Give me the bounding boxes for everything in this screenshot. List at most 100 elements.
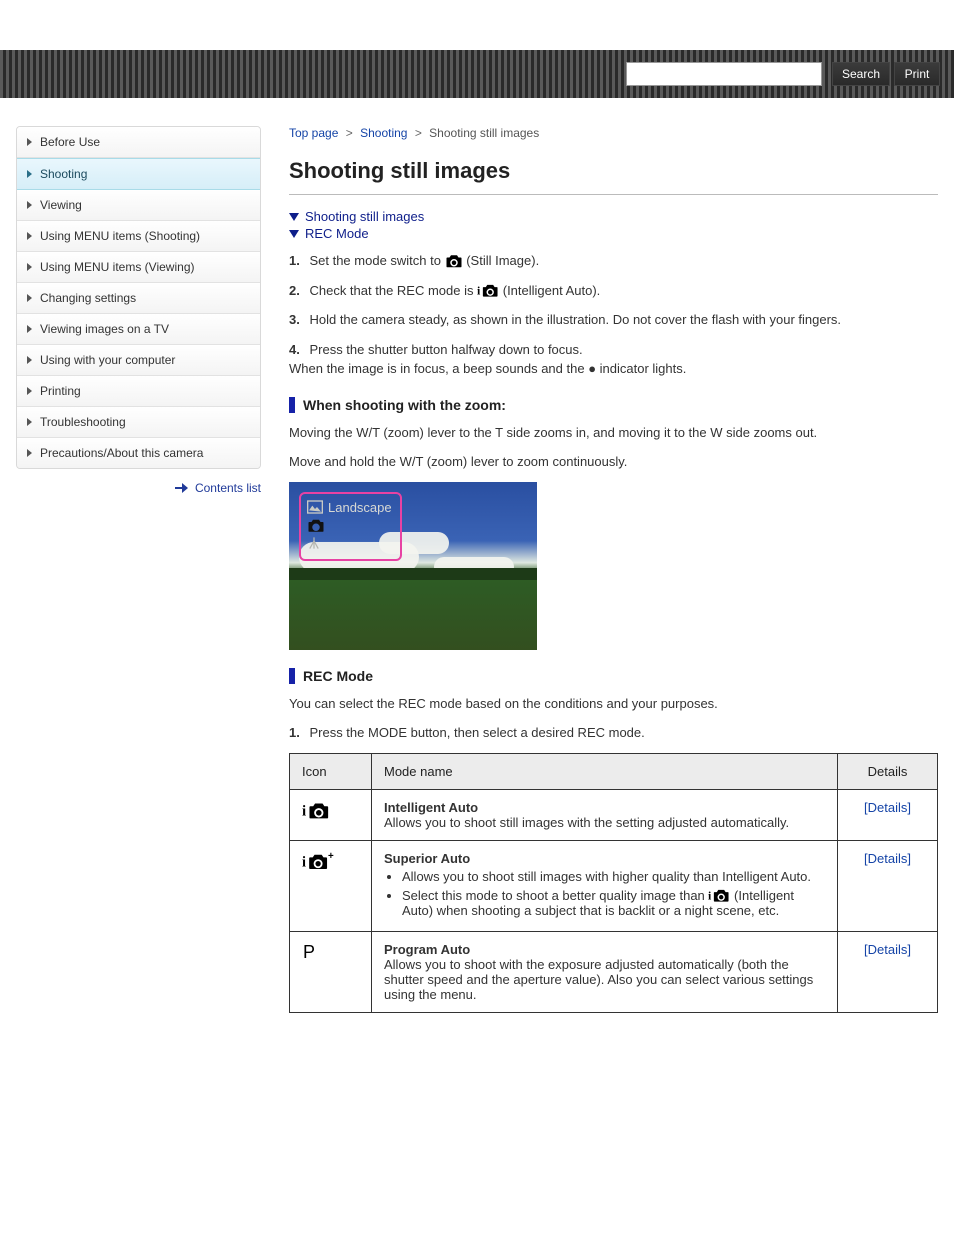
chevron-right-icon — [27, 201, 32, 209]
mode-icon-cell: i — [290, 789, 372, 840]
svg-text:P: P — [303, 942, 315, 962]
disclosure-label: Shooting still images — [305, 209, 424, 224]
chevron-right-icon — [27, 170, 32, 178]
sidebar-item[interactable]: Using MENU items (Shooting) — [17, 221, 260, 252]
breadcrumb-current: Shooting still images — [429, 126, 539, 140]
table-row: P Program Auto Allows you to shoot with … — [290, 931, 938, 1012]
section-zoom-heading: When shooting with the zoom: — [289, 397, 938, 413]
table-row: i+ Superior Auto Allows you to shoot sti… — [290, 840, 938, 931]
recmode-intro: You can select the REC mode based on the… — [289, 694, 938, 714]
svg-text:i: i — [302, 803, 306, 819]
search-input[interactable] — [626, 62, 822, 86]
sidebar-item-label: Viewing — [40, 198, 82, 212]
sidebar-item-label: Before Use — [40, 135, 100, 149]
landscape-icon — [307, 500, 323, 514]
svg-text:i: i — [477, 284, 481, 297]
program-auto-icon: P — [302, 942, 320, 962]
details-link[interactable]: [Details] — [864, 800, 911, 815]
header-bar: Search Print — [0, 50, 954, 98]
mode-icon-cell: i+ — [290, 840, 372, 931]
contents-list-label: Contents list — [195, 481, 261, 495]
sidebar-item-label: Shooting — [40, 167, 87, 181]
breadcrumb-top[interactable]: Top page — [289, 126, 338, 140]
breadcrumb-shooting[interactable]: Shooting — [360, 126, 407, 140]
th-name: Mode name — [372, 753, 838, 789]
contents-list-link[interactable]: Contents list — [16, 481, 261, 495]
intelligent-auto-icon: i — [302, 800, 330, 820]
chevron-right-icon — [27, 232, 32, 240]
chevron-right-icon — [27, 418, 32, 426]
sidebar: Before Use Shooting Viewing Using MENU item… — [16, 126, 261, 1013]
recmode-step: 1. Press the MODE button, then select a … — [289, 723, 938, 743]
sidebar-item[interactable]: Viewing — [17, 190, 260, 221]
step-1: 1. Set the mode switch to (Still Image). — [289, 251, 938, 271]
table-row: i Intelligent Auto Allows you to shoot s… — [290, 789, 938, 840]
section-bar-icon — [289, 397, 295, 413]
th-details: Details — [838, 753, 938, 789]
sidebar-item[interactable]: Using with your computer — [17, 345, 260, 376]
breadcrumb-sep-icon: > — [342, 126, 357, 140]
mode-desc-cell: Program Auto Allows you to shoot with th… — [372, 931, 838, 1012]
print-button[interactable]: Print — [894, 62, 940, 86]
rec-mode-table: Icon Mode name Details i Intelligent Aut… — [289, 753, 938, 1013]
breadcrumb: Top page > Shooting > Shooting still ima… — [289, 126, 938, 140]
mode-desc-cell: Superior Auto Allows you to shoot still … — [372, 840, 838, 931]
sidebar-item[interactable]: Shooting — [17, 158, 260, 190]
search-button[interactable]: Search — [832, 62, 890, 86]
zoom-para-1: Moving the W/T (zoom) lever to the T sid… — [289, 423, 938, 443]
section-recmode-heading: REC Mode — [289, 668, 938, 684]
example-photo: Landscape — [289, 482, 537, 650]
step-4: 4. Press the shutter button halfway down… — [289, 340, 938, 379]
sidebar-nav: Before Use Shooting Viewing Using MENU item… — [16, 126, 261, 469]
chevron-right-icon — [27, 387, 32, 395]
sidebar-item[interactable]: Changing settings — [17, 283, 260, 314]
camera-icon — [307, 517, 325, 533]
disclosure-rec-mode[interactable]: REC Mode — [289, 226, 938, 241]
mode-details-cell: [Details] — [838, 931, 938, 1012]
zoom-para-2: Move and hold the W/T (zoom) lever to zo… — [289, 452, 938, 472]
details-link[interactable]: [Details] — [864, 851, 911, 866]
title-divider — [289, 194, 938, 195]
mode-details-cell: [Details] — [838, 840, 938, 931]
chevron-down-icon — [289, 230, 299, 238]
details-link[interactable]: [Details] — [864, 942, 911, 957]
chevron-right-icon — [27, 325, 32, 333]
arrow-right-icon — [175, 483, 189, 493]
sidebar-item-label: Precautions/About this camera — [40, 446, 203, 460]
page-title: Shooting still images — [289, 158, 938, 184]
step-2: 2. Check that the REC mode is i (Intelli… — [289, 281, 938, 301]
mode-desc-cell: Intelligent Auto Allows you to shoot sti… — [372, 789, 838, 840]
sidebar-item-label: Troubleshooting — [40, 415, 126, 429]
sidebar-item[interactable]: Before Use — [17, 127, 260, 158]
chevron-right-icon — [27, 449, 32, 457]
chevron-down-icon — [289, 213, 299, 221]
th-icon: Icon — [290, 753, 372, 789]
svg-text:i: i — [302, 854, 306, 870]
svg-text:i: i — [708, 889, 712, 902]
sidebar-item-label: Using MENU items (Shooting) — [40, 229, 200, 243]
camera-icon — [445, 253, 463, 268]
sidebar-item[interactable]: Viewing images on a TV — [17, 314, 260, 345]
mode-details-cell: [Details] — [838, 789, 938, 840]
sidebar-item-label: Using with your computer — [40, 353, 175, 367]
sidebar-item[interactable]: Troubleshooting — [17, 407, 260, 438]
sidebar-item[interactable]: Precautions/About this camera — [17, 438, 260, 468]
sidebar-item[interactable]: Printing — [17, 376, 260, 407]
disclosure-shooting-still[interactable]: Shooting still images — [289, 209, 938, 224]
scene-overlay-box: Landscape — [299, 492, 402, 561]
superior-auto-icon: i+ — [302, 851, 336, 871]
sidebar-item-label: Viewing images on a TV — [40, 322, 169, 336]
sidebar-item-label: Using MENU items (Viewing) — [40, 260, 194, 274]
chevron-right-icon — [27, 263, 32, 271]
intelligent-auto-icon: i — [708, 887, 730, 903]
sidebar-item-label: Changing settings — [40, 291, 136, 305]
svg-text:+: + — [328, 851, 334, 862]
main-content: Top page > Shooting > Shooting still ima… — [289, 126, 938, 1013]
disclosure-label: REC Mode — [305, 226, 369, 241]
mode-icon-cell: P — [290, 931, 372, 1012]
chevron-right-icon — [27, 138, 32, 146]
tripod-icon — [307, 535, 321, 551]
sidebar-item[interactable]: Using MENU items (Viewing) — [17, 252, 260, 283]
intelligent-auto-icon: i — [477, 282, 499, 298]
section-bar-icon — [289, 668, 295, 684]
